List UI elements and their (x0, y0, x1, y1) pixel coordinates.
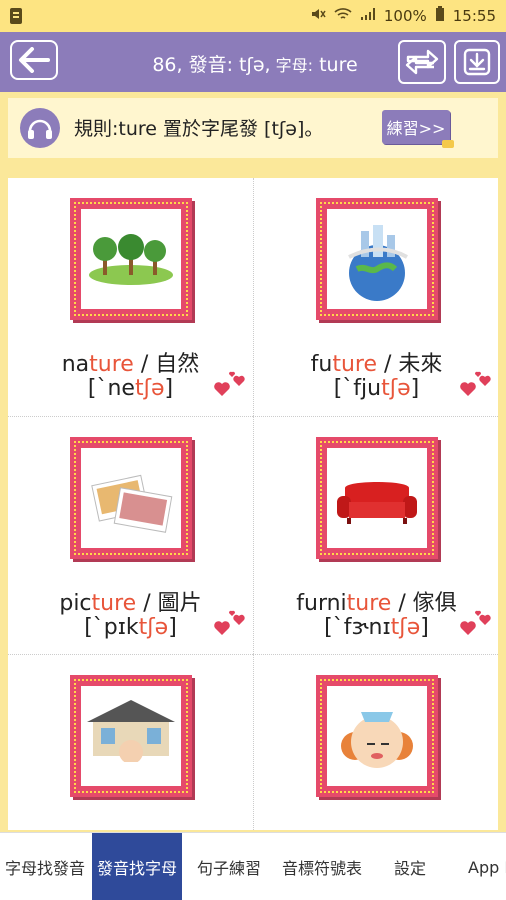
clock: 15:55 (452, 7, 496, 25)
picture-frame (70, 675, 192, 797)
word-card[interactable]: future / 未來 [ˋfjutʃə] (253, 178, 498, 416)
picture-frame (70, 437, 192, 559)
globe-city-picture (348, 225, 408, 301)
headphone-icon (28, 119, 52, 139)
tab-letter-to-sound[interactable]: 字母找發音 (0, 833, 90, 900)
favorite-hearts-icon[interactable] (458, 607, 494, 637)
swap-button[interactable] (398, 40, 446, 84)
word-card[interactable]: furniture / 傢俱 [ˋfɝnɪtʃə] (253, 416, 498, 654)
signal-icon (360, 7, 376, 25)
tab-sentence-practice[interactable]: 句子練習 (184, 833, 274, 900)
battery-icon (435, 6, 445, 26)
download-icon (463, 48, 491, 76)
sick-girl-picture (341, 712, 413, 768)
picture-frame (316, 437, 438, 559)
photos-picture (91, 474, 173, 533)
tab-sound-to-letter[interactable]: 發音找字母 (92, 833, 182, 900)
tab-phonetic-symbols[interactable]: 音標符號表 (276, 833, 368, 900)
word-card[interactable]: nature / 自然 [ˋnetʃə] (8, 178, 253, 416)
notification-icon (10, 8, 22, 24)
app-header: 86, 發音: tʃə, 字母: ture (0, 32, 506, 92)
page-title: 86, 發音: tʃə, 字母: ture (110, 50, 400, 77)
wifi-icon (334, 7, 352, 25)
word-card[interactable] (8, 654, 253, 830)
swap-arrows-icon (405, 49, 439, 75)
picture-frame (316, 198, 438, 320)
status-bar: 100% 15:55 (0, 0, 506, 32)
word-grid: nature / 自然 [ˋnetʃə] future / 未來 [ˋfjutʃ… (8, 178, 498, 830)
tab-settings[interactable]: 設定 (370, 833, 450, 900)
picture-frame (316, 675, 438, 797)
bottom-tab-bar: 字母找發音 發音找字母 句子練習 音標符號表 設定 App I (0, 832, 506, 900)
picture-frame (70, 198, 192, 320)
practice-button[interactable]: 練習>> (382, 110, 454, 148)
arrow-left-icon (19, 47, 50, 73)
favorite-hearts-icon[interactable] (212, 368, 248, 398)
trees-picture (89, 234, 173, 285)
favorite-hearts-icon[interactable] (458, 368, 494, 398)
rule-bar: 規則:ture 置於字尾發 [tʃə]。 練習>> (8, 98, 498, 158)
mute-icon (310, 6, 326, 26)
tab-app-info[interactable]: App I (452, 833, 506, 900)
play-audio-button[interactable] (20, 108, 60, 148)
sofa-picture (337, 482, 417, 524)
title-prefix: 86, 發音: tʃə, (152, 54, 271, 76)
back-button[interactable] (10, 40, 58, 80)
battery-percent: 100% (383, 7, 427, 25)
favorite-hearts-icon[interactable] (212, 607, 248, 637)
title-small: 字母: (270, 56, 314, 75)
word-card[interactable] (253, 654, 498, 830)
word-card[interactable]: picture / 圖片 [ˋpɪktʃə] (8, 416, 253, 654)
title-letters: ture (313, 54, 358, 76)
download-button[interactable] (454, 40, 500, 84)
house-picture (87, 700, 175, 778)
rule-text: 規則:ture 置於字尾發 [tʃə]。 (74, 118, 324, 140)
